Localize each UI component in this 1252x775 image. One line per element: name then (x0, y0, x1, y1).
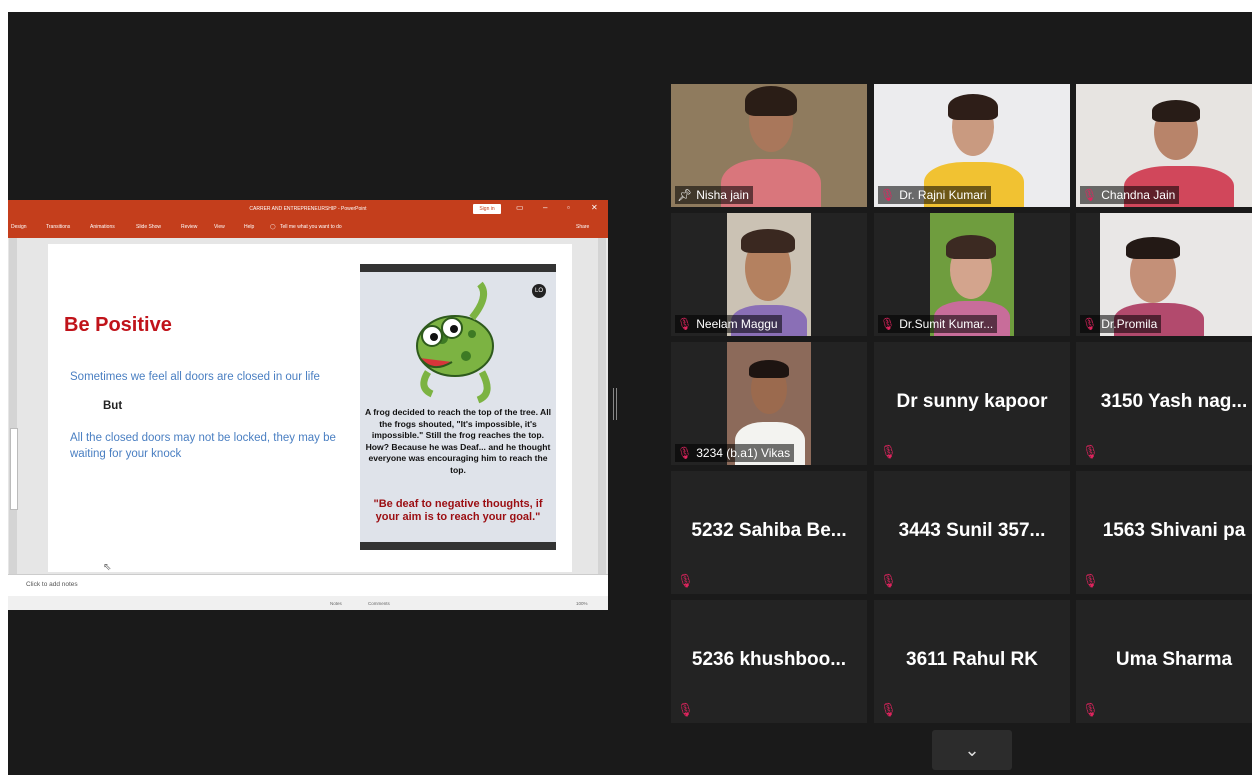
participant-name: Dr sunny kapoor (896, 391, 1048, 412)
pin-icon: 📌︎ (677, 188, 693, 202)
participant-tile[interactable]: 5232 Sahiba Be... 🎙︎ (671, 471, 867, 594)
mic-muted-icon: 🎙︎ (1082, 444, 1099, 459)
participant-name: 🎙︎ Dr.Promila (1080, 315, 1162, 333)
mouse-cursor-icon: ⇖ (103, 562, 112, 573)
ppt-ribbon-tabs: Design Transitions Animations Slide Show… (8, 218, 608, 238)
slide-line-2: All the closed doors may not be locked, … (70, 432, 336, 460)
participant-tile[interactable]: Dr sunny kapoor 🎙︎ (874, 342, 1070, 465)
sign-in-button[interactable]: Sign in (473, 204, 501, 214)
restore-icon[interactable]: ▫ (567, 203, 570, 212)
scrollbar-thumb[interactable] (10, 428, 18, 510)
notes-placeholder: Click to add notes (26, 581, 78, 588)
participant-name: 🎙︎ Neelam Maggu (675, 315, 782, 333)
mic-muted-icon: 🎙︎ (1082, 188, 1098, 202)
mic-muted-icon: 🎙︎ (677, 446, 693, 460)
participant-name: Uma Sharma (1115, 649, 1233, 670)
tab-help[interactable]: Help (244, 224, 254, 230)
close-icon[interactable]: ✕ (591, 203, 598, 212)
slide-title: Be Positive (64, 314, 172, 336)
shared-screen-powerpoint: CARRER AND ENTREPRENEURSHIP - PowerPoint… (8, 200, 608, 610)
participant-tile[interactable]: Uma Sharma 🎙︎ (1076, 600, 1252, 723)
share-button[interactable]: Share (576, 224, 589, 230)
notes-toggle[interactable]: Notes (330, 601, 342, 606)
chevron-down-icon[interactable]: ⌄ (932, 730, 1012, 770)
participant-name: 1563 Shivani pa (1102, 520, 1246, 541)
tab-slide-show[interactable]: Slide Show (136, 224, 161, 230)
participant-name: 📌︎ Nisha jain (675, 186, 753, 204)
participant-name: 🎙︎ 3234 (b.a1) Vikas (675, 444, 795, 462)
participant-tile[interactable]: 📌︎ Nisha jain (671, 84, 867, 207)
participant-tile[interactable]: 3611 Rahul RK 🎙︎ (874, 600, 1070, 723)
participant-tile[interactable]: 🎙︎ Dr. Rajni Kumari (874, 84, 1070, 207)
participant-name: 5236 khushboo... (691, 649, 847, 670)
ribbon-display-icon[interactable]: ▭ (516, 203, 524, 212)
poster-story-text: A frog decided to reach the top of the t… (364, 407, 552, 475)
slide-canvas[interactable]: Be Positive Sometimes we feel all doors … (48, 244, 572, 573)
participant-tile[interactable]: 3443 Sunil 357... 🎙︎ (874, 471, 1070, 594)
participant-name: 3611 Rahul RK (906, 649, 1038, 670)
minimize-icon[interactable]: – (543, 203, 547, 212)
tab-animations[interactable]: Animations (90, 224, 115, 230)
frog-illustration (416, 281, 494, 404)
mic-muted-icon: 🎙︎ (677, 573, 694, 588)
poster-quote-text: "Be deaf to negative thoughts, if your a… (373, 498, 543, 523)
comments-toggle[interactable]: Comments (368, 601, 390, 606)
participant-name: 🎙︎ Dr. Rajni Kumari (878, 186, 991, 204)
slide-line-1: Sometimes we feel all doors are closed i… (70, 371, 320, 383)
participant-tile[interactable]: 🎙︎ 3234 (b.a1) Vikas (671, 342, 867, 465)
zoom-level[interactable]: 100% (576, 601, 588, 606)
participant-tile[interactable]: 5236 khushboo... 🎙︎ (671, 600, 867, 723)
mic-muted-icon: 🎙︎ (880, 573, 897, 588)
ppt-status-bar: Notes Comments 100% (8, 596, 608, 610)
frog-poster-image: LO A frog decided to reach the top of th… (360, 264, 556, 550)
slide-but: But (103, 400, 123, 412)
participant-tile[interactable]: 1563 Shivani pa 🎙︎ (1076, 471, 1252, 594)
mic-muted-icon: 🎙︎ (1082, 317, 1098, 331)
tab-view[interactable]: View (214, 224, 225, 230)
mic-muted-icon: 🎙︎ (1082, 702, 1099, 717)
participant-name: 🎙︎ Dr.Sumit Kumar... (878, 315, 998, 333)
participant-name: 3443 Sunil 357... (898, 520, 1046, 541)
tell-me-search[interactable]: Tell me what you want to do (280, 224, 342, 230)
mic-muted-icon: 🎙︎ (677, 317, 693, 331)
tab-transitions[interactable]: Transitions (46, 224, 70, 230)
mic-muted-icon: 🎙︎ (880, 317, 896, 331)
ppt-editing-area: Be Positive Sometimes we feel all doors … (8, 238, 608, 574)
mic-muted-icon: 🎙︎ (880, 702, 897, 717)
participant-tile[interactable]: 🎙︎ Neelam Maggu (671, 213, 867, 336)
mic-muted-icon: 🎙︎ (880, 188, 896, 202)
participant-tile[interactable]: 🎙︎ Dr.Promila (1076, 213, 1252, 336)
tab-review[interactable]: Review (181, 224, 197, 230)
vertical-scrollbar[interactable] (598, 238, 606, 574)
thumbnail-scrollbar[interactable] (9, 238, 18, 574)
notes-pane[interactable]: Click to add notes (8, 574, 608, 597)
participant-tile[interactable]: 🎙︎ Dr.Sumit Kumar... (874, 213, 1070, 336)
lightbulb-icon: ◯ (270, 224, 276, 230)
left-border (0, 0, 8, 775)
participant-tile[interactable]: 🎙︎ Chandna Jain (1076, 84, 1252, 207)
participant-name: 3150 Yash nag... (1100, 391, 1248, 412)
split-view-handle[interactable] (613, 388, 618, 420)
tab-design[interactable]: Design (11, 224, 27, 230)
participant-tile[interactable]: 3150 Yash nag... 🎙︎ (1076, 342, 1252, 465)
participant-name: 5232 Sahiba Be... (691, 520, 847, 541)
participant-name: 🎙︎ Chandna Jain (1080, 186, 1180, 204)
mic-muted-icon: 🎙︎ (880, 444, 897, 459)
mic-muted-icon: 🎙︎ (677, 702, 694, 717)
top-border (0, 0, 1252, 12)
mic-muted-icon: 🎙︎ (1082, 573, 1099, 588)
ppt-titlebar: CARRER AND ENTREPRENEURSHIP - PowerPoint… (8, 200, 608, 218)
